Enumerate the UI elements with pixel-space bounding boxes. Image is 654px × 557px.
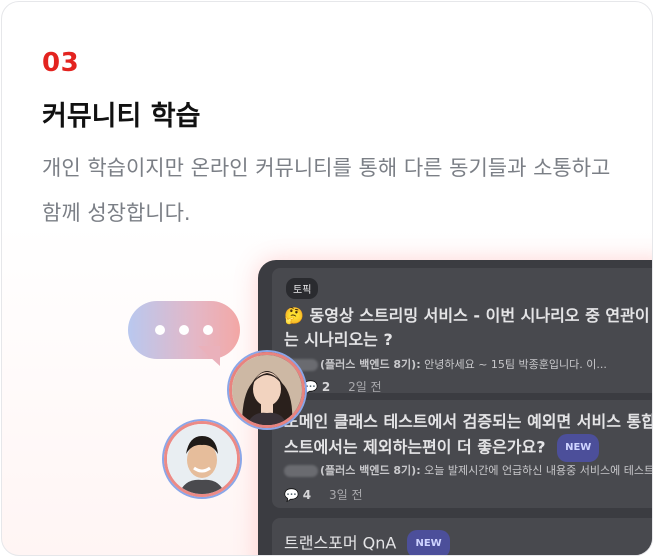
section-title: 커뮤니티 학습: [42, 101, 201, 132]
community-feed-panel: 토픽 🤔 동영상 스트리밍 서비스 - 이번 시나리오 중 연관이 있는 시나리…: [258, 260, 653, 555]
post-title[interactable]: 도메인 클래스 테스트에서 검증되는 예외면 서비스 통합테스트에서는 제외하는…: [284, 410, 652, 462]
chat-bubble-tail: [198, 346, 220, 366]
community-learning-card: 03 커뮤니티 학습 개인 학습이지만 온라인 커뮤니티를 통해 다른 동기들과…: [1, 1, 653, 556]
post-time: 2일 전: [348, 380, 382, 394]
post-excerpt: 안녕하세요 ~ 15팀 박종훈입니다. 이...: [424, 358, 607, 371]
dot-icon: [155, 325, 165, 335]
topic-badge: 토픽: [286, 278, 319, 299]
post-time: 3일 전: [328, 488, 363, 502]
dot-icon: [179, 325, 189, 335]
new-badge: NEW: [407, 530, 450, 555]
comment-count: 4: [302, 488, 312, 502]
post-meta: (플러스 백엔드 8기): 안녕하세요 ~ 15팀 박종훈입니다. 이...: [284, 356, 607, 372]
avatar: [229, 352, 305, 428]
post-card[interactable]: 도메인 클래스 테스트에서 검증되는 예외면 서비스 통합테스트에서는 제외하는…: [272, 400, 653, 508]
post-excerpt: 오늘 발제시간에 언급하신 내용중 서비스에 테스트가: [424, 464, 653, 477]
post-title[interactable]: 🤔 동영상 스트리밍 서비스 - 이번 시나리오 중 연관이 있는 시나리오는 …: [284, 304, 652, 352]
section-description: 개인 학습이지만 온라인 커뮤니티를 통해 다른 동기들과 소통하고 함께 성장…: [42, 156, 611, 225]
dot-icon: [203, 325, 213, 335]
section-number: 03: [42, 48, 80, 78]
post-title[interactable]: 트랜스포머 QnA NEW: [284, 530, 652, 555]
post-meta: (플러스 백엔드 8기): 오늘 발제시간에 언급하신 내용중 서비스에 테스트…: [284, 462, 653, 478]
avatar: [164, 421, 240, 497]
post-card[interactable]: 트랜스포머 QnA NEW: [272, 518, 652, 555]
speech-bubble-icon: 💬: [303, 380, 319, 394]
ellipsis-chat-bubble-icon: [128, 301, 240, 359]
comment-count: 2: [321, 380, 331, 394]
speech-bubble-icon: 💬: [284, 488, 299, 502]
blurred-author-name: [284, 465, 318, 477]
post-card[interactable]: 토픽 🤔 동영상 스트리밍 서비스 - 이번 시나리오 중 연관이 있는 시나리…: [272, 268, 652, 394]
thinking-face-icon: 🤔: [284, 306, 304, 325]
new-badge: NEW: [557, 434, 600, 462]
post-stats: 💬 4 3일 전: [284, 486, 363, 503]
